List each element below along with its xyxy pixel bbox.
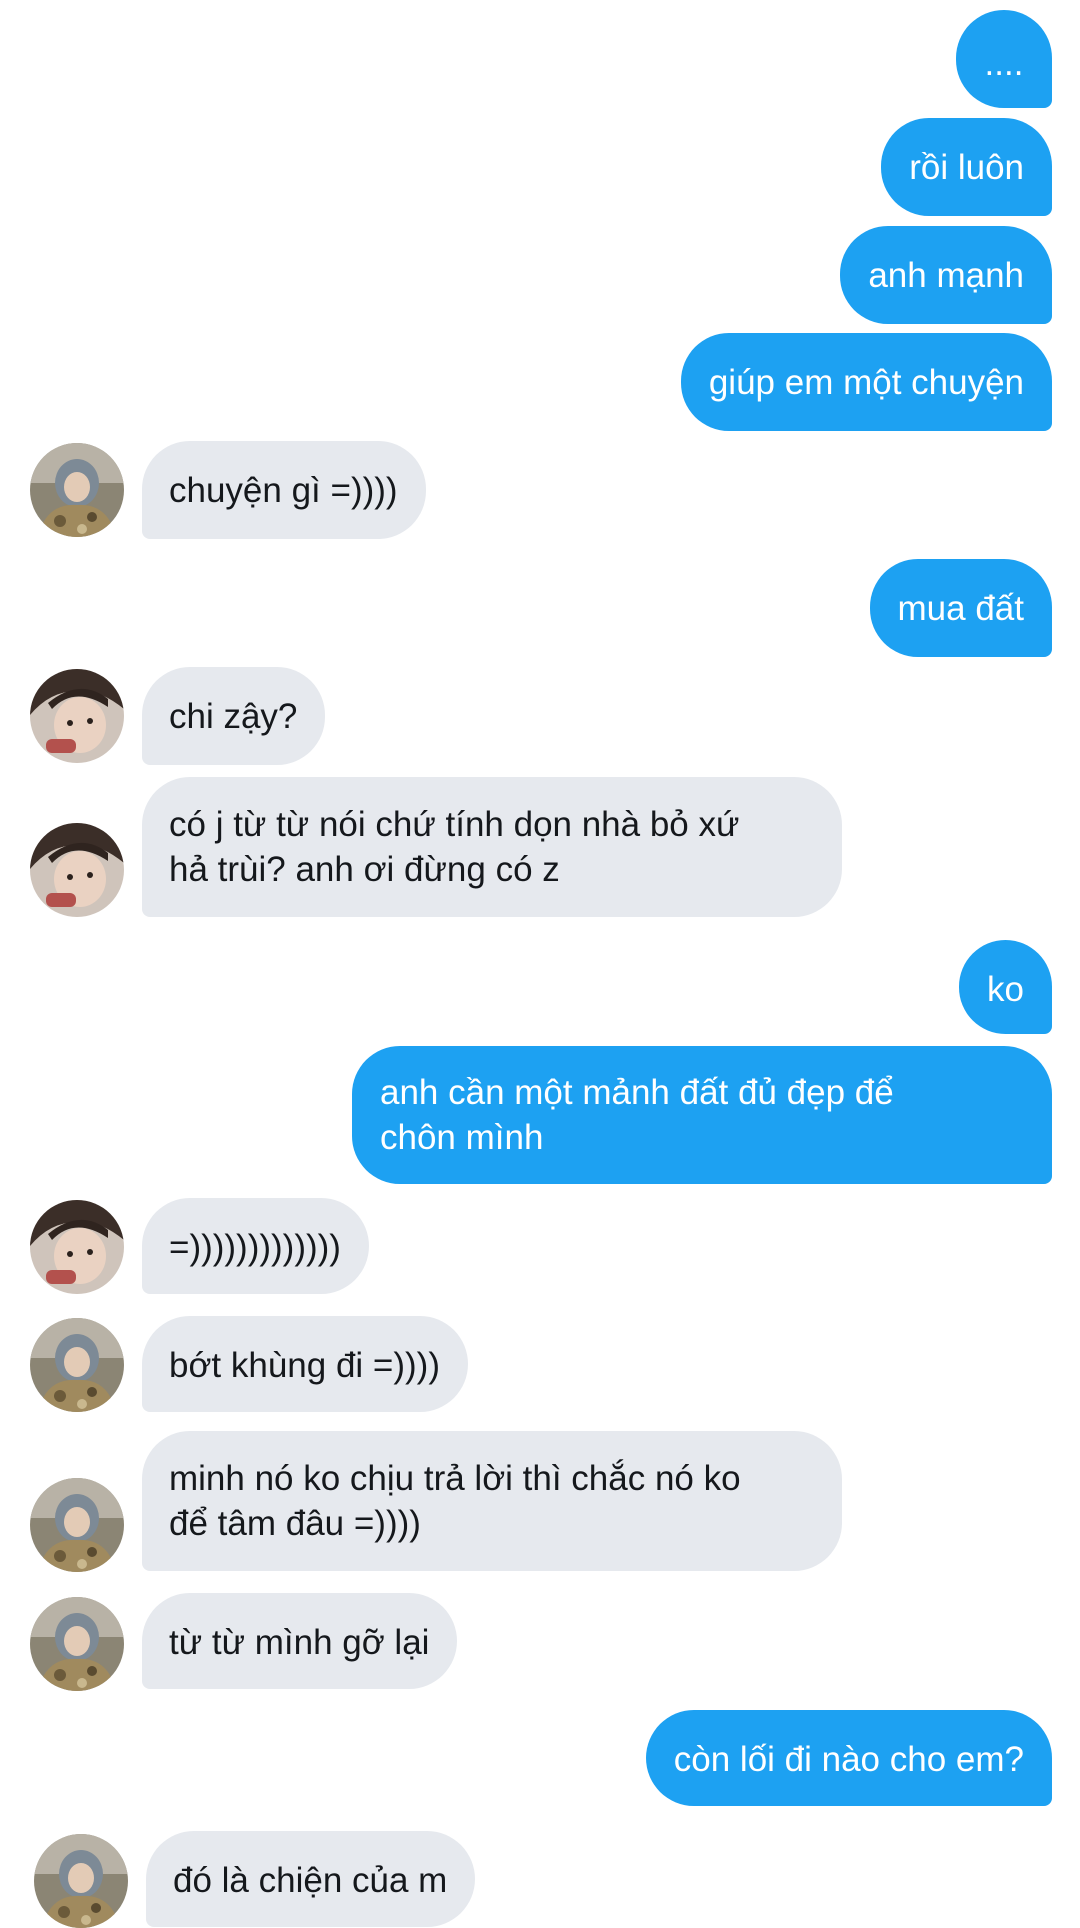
avatar-face-icon[interactable]	[30, 823, 124, 917]
avatar-face-icon[interactable]	[30, 669, 124, 763]
incoming-message[interactable]: chi zậy?	[142, 667, 326, 765]
incoming-message[interactable]: minh nó ko chịu trả lời thì chắc nó ko đ…	[142, 1431, 842, 1571]
incoming-message[interactable]: đó là chiện của m	[146, 1831, 476, 1927]
avatar-hood-icon[interactable]	[30, 1478, 124, 1572]
outgoing-message[interactable]: ko	[959, 940, 1052, 1034]
avatar-hood-icon[interactable]	[30, 1597, 124, 1691]
outgoing-message[interactable]: rồi luôn	[881, 118, 1052, 216]
outgoing-message[interactable]: giúp em một chuyện	[680, 333, 1052, 431]
avatar-hood-icon[interactable]	[30, 1318, 124, 1412]
outgoing-message[interactable]: anh mạnh	[840, 226, 1052, 324]
incoming-message[interactable]: có j từ từ nói chứ tính dọn nhà bỏ xứ hả…	[142, 777, 842, 917]
outgoing-message[interactable]: ....	[956, 10, 1052, 108]
incoming-message[interactable]: bớt khùng đi =))))	[142, 1316, 468, 1412]
incoming-message[interactable]: từ từ mình gỡ lại	[142, 1593, 458, 1689]
outgoing-message[interactable]: mua đất	[869, 559, 1052, 657]
avatar-hood-icon[interactable]	[30, 443, 124, 537]
avatar-hood-icon[interactable]	[34, 1834, 128, 1928]
outgoing-message[interactable]: còn lối đi nào cho em?	[645, 1710, 1052, 1806]
avatar-face-icon[interactable]	[30, 1200, 124, 1294]
incoming-message[interactable]: =)))))))))))))	[142, 1198, 369, 1294]
incoming-message[interactable]: chuyện gì =))))	[142, 441, 426, 539]
outgoing-message[interactable]: anh cần một mảnh đất đủ đẹp để chôn mình	[352, 1046, 1052, 1184]
